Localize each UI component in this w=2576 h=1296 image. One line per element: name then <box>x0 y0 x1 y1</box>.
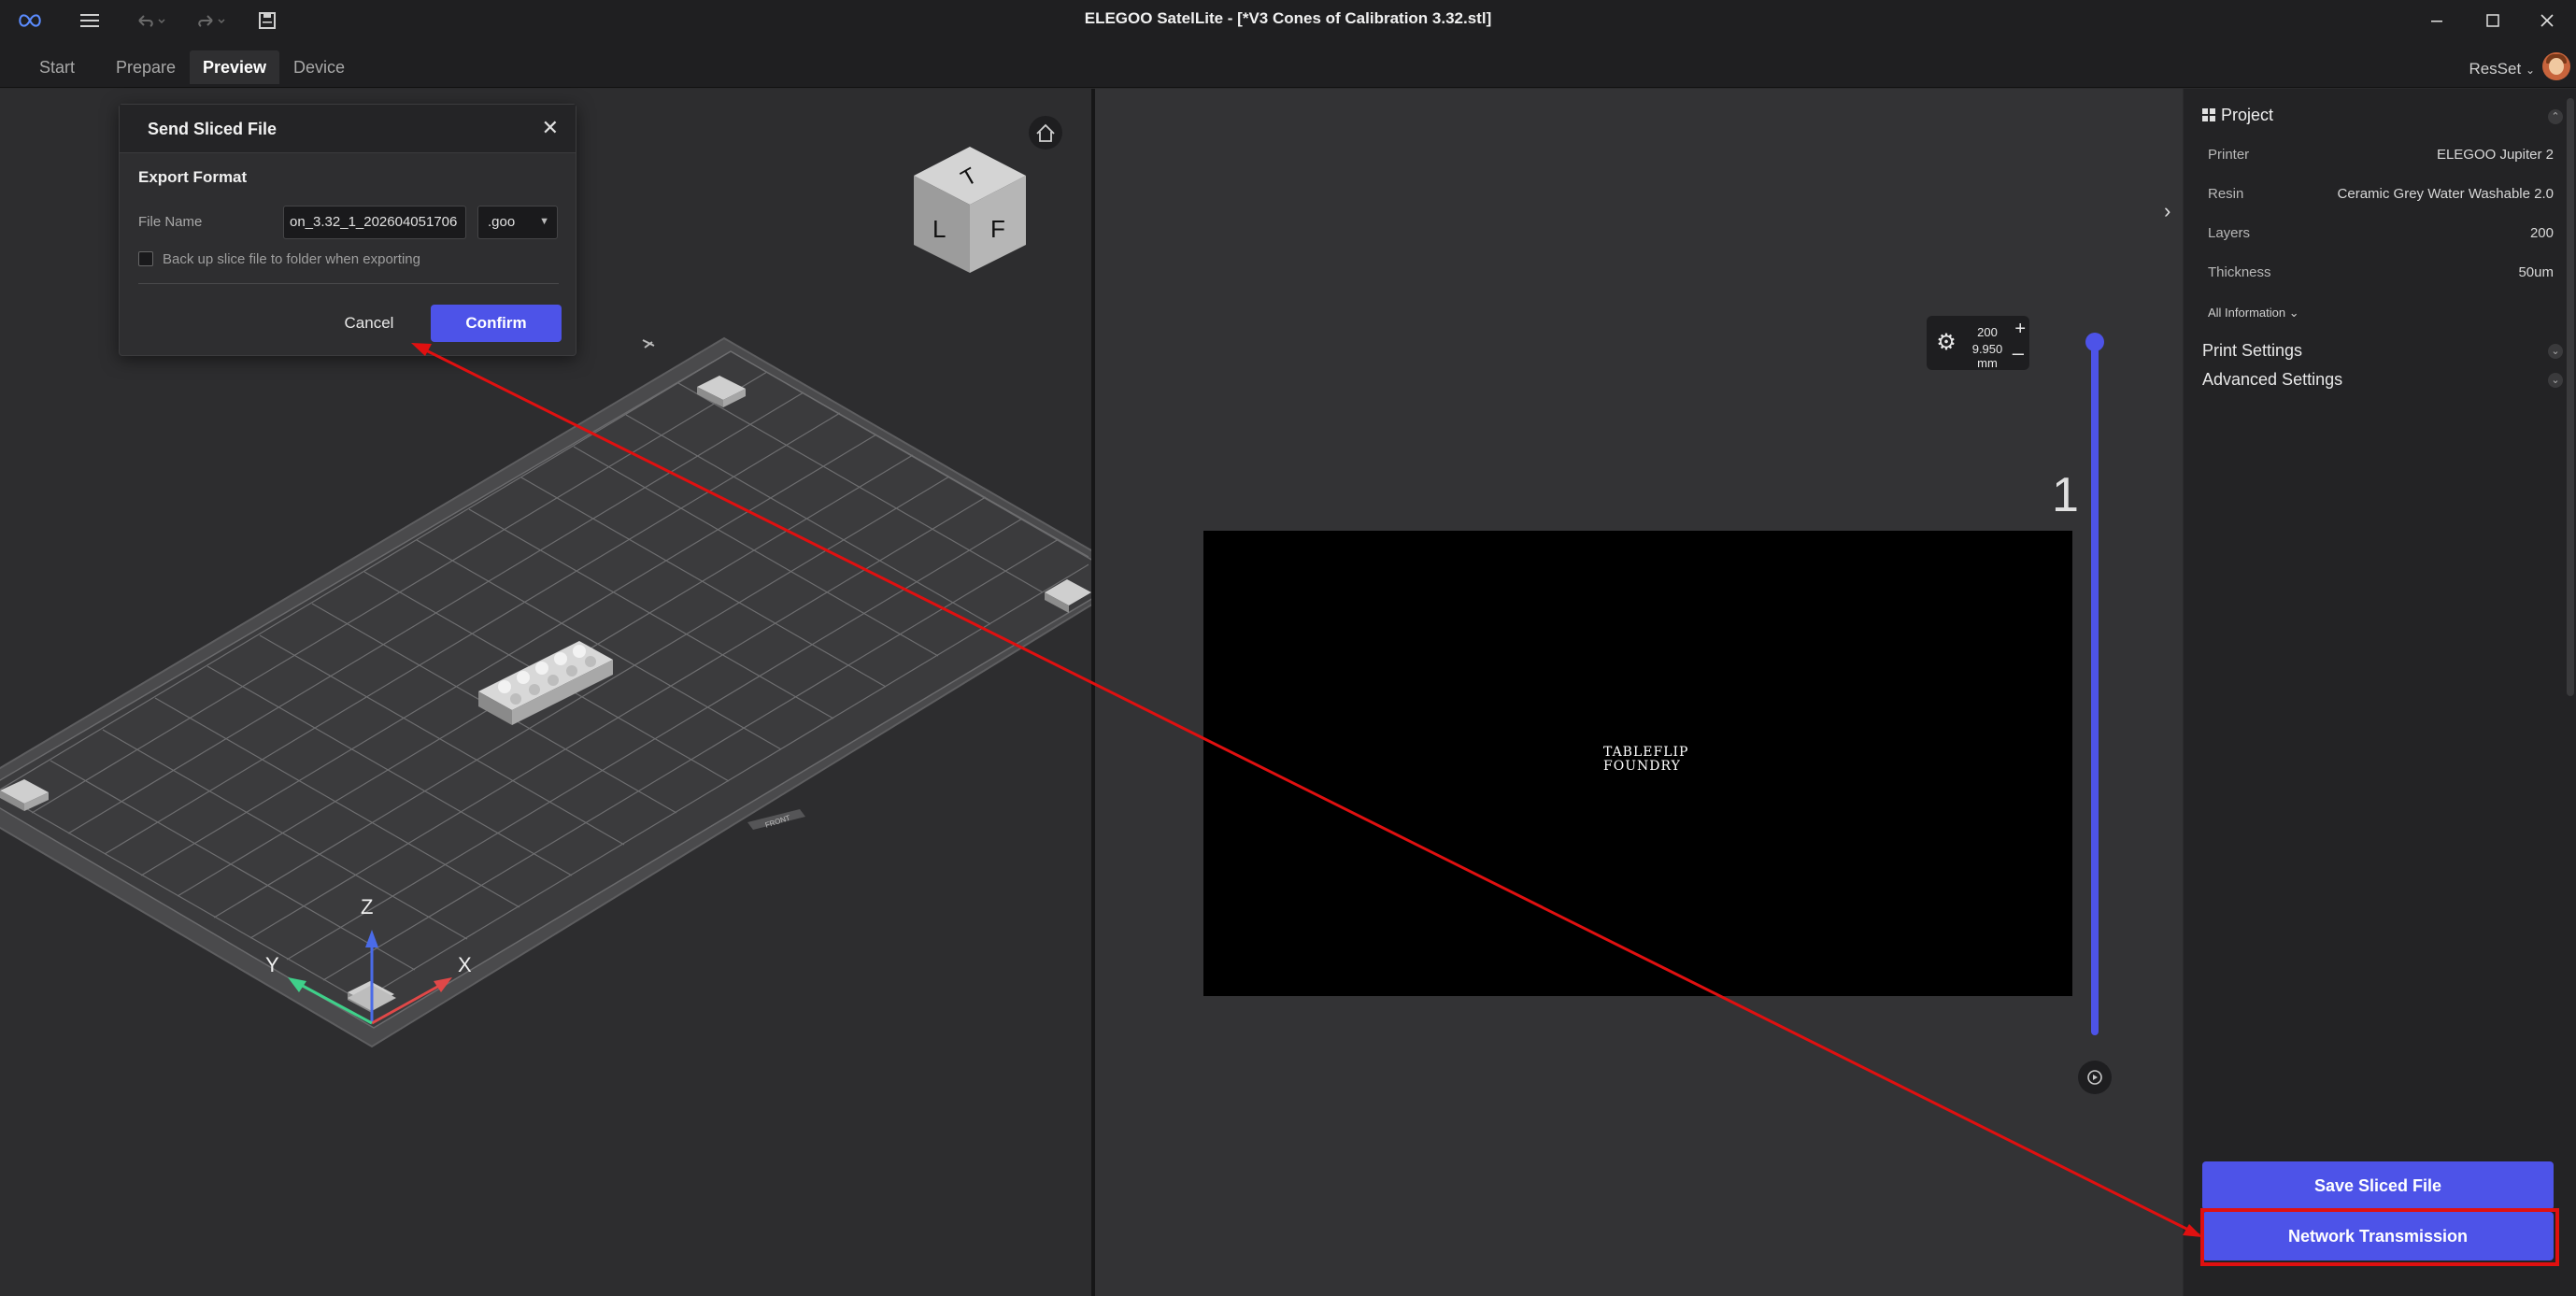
view-cube-front: F <box>990 215 1005 243</box>
axis-label-z: Z <box>361 895 373 919</box>
row-value: 200 <box>2529 225 2554 241</box>
tab-start[interactable]: Start <box>26 50 88 84</box>
project-title: Project <box>2221 106 2274 124</box>
maximize-icon[interactable] <box>2472 4 2513 37</box>
project-row-resin: Resin Ceramic Grey Water Washable 2.0 <box>2208 180 2554 208</box>
view-cube[interactable]: T L F <box>914 147 1026 273</box>
network-transmission-button[interactable]: Network Transmission <box>2202 1212 2554 1260</box>
layer-slider-panel: ⚙ 200 9.950 mm + – <box>1927 316 2029 370</box>
tab-preview[interactable]: Preview <box>190 50 280 84</box>
chevron-down-icon: ⌄ <box>2525 64 2535 77</box>
layer-height: 9.950 mm <box>1971 342 2003 370</box>
play-layers-button[interactable] <box>2078 1061 2112 1094</box>
row-value: 50um <box>2518 264 2554 280</box>
layer-count: 200 <box>1977 325 1998 339</box>
grid-icon <box>2202 108 2215 121</box>
export-format-heading: Export Format <box>138 168 248 186</box>
file-name-label: File Name <box>138 214 203 230</box>
close-icon[interactable]: ✕ <box>542 116 559 140</box>
row-value: Ceramic Grey Water Washable 2.0 <box>2337 186 2554 202</box>
user-name: ResSet <box>2469 60 2522 78</box>
collapse-project-icon[interactable]: ⌃ <box>2548 109 2563 124</box>
file-format-value: .goo <box>488 214 516 230</box>
file-format-select[interactable]: .goo ▼ <box>477 206 558 239</box>
send-sliced-file-dialog: Send Sliced File ✕ Export Format File Na… <box>119 104 576 356</box>
expand-advanced-settings-icon[interactable]: ⌄ <box>2548 373 2563 388</box>
layer-slider-handle[interactable] <box>2085 333 2104 351</box>
decrease-layer-button[interactable]: – <box>2013 341 2024 365</box>
file-name-input[interactable]: on_3.32_1_202604051706 <box>283 206 466 239</box>
chevron-down-icon: ⌄ <box>2288 306 2299 320</box>
panel-scrollbar[interactable] <box>2567 98 2574 696</box>
axis-label-x: X <box>458 953 472 976</box>
window-title: ELEGOO SatelLite - [*V3 Cones of Calibra… <box>1084 9 1492 27</box>
tab-device[interactable]: Device <box>280 50 358 84</box>
tab-prepare[interactable]: Prepare <box>103 50 189 84</box>
layer-preview: TABLEFLIP FOUNDRY 1 ⚙ 200 9.950 mm + – › <box>1095 89 2183 1296</box>
layer-logo: TABLEFLIP FOUNDRY <box>1603 745 1689 774</box>
advanced-settings-header[interactable]: Advanced Settings <box>2202 370 2342 390</box>
all-information-label: All Information <box>2208 306 2286 320</box>
layer-slider-track[interactable] <box>2091 339 2099 1035</box>
print-settings-header[interactable]: Print Settings <box>2202 341 2302 361</box>
home-view-button[interactable] <box>1029 116 1062 150</box>
app-window: ELEGOO SatelLite - [*V3 Cones of Calibra… <box>0 0 2576 1296</box>
save-sliced-file-button[interactable]: Save Sliced File <box>2202 1161 2554 1210</box>
increase-layer-button[interactable]: + <box>2014 319 2026 340</box>
backup-checkbox[interactable] <box>138 251 153 266</box>
current-layer-number: 1 <box>2052 468 2079 522</box>
row-value: ELEGOO Jupiter 2 <box>2436 147 2554 163</box>
dialog-header: Send Sliced File ✕ <box>120 105 576 153</box>
user-menu[interactable]: ResSet ⌄ <box>2469 60 2535 78</box>
minimize-icon[interactable] <box>2416 4 2457 37</box>
gear-icon[interactable]: ⚙ <box>1932 329 1960 357</box>
dialog-title: Send Sliced File <box>148 120 278 138</box>
tab-bar: Start Prepare Preview Device ResSet ⌄ <box>0 41 2576 88</box>
dialog-divider <box>138 283 559 284</box>
row-key: Resin <box>2208 186 2244 202</box>
row-key: Printer <box>2208 147 2250 163</box>
row-key: Layers <box>2208 225 2251 241</box>
layer-image: TABLEFLIP FOUNDRY <box>1203 531 2072 996</box>
project-row-printer: Printer ELEGOO Jupiter 2 <box>2208 141 2554 169</box>
axis-label-y: Y <box>265 953 279 976</box>
confirm-button[interactable]: Confirm <box>431 305 562 342</box>
project-panel: Project ⌃ Printer ELEGOO Jupiter 2 Resin… <box>2184 89 2576 1296</box>
title-bar: ELEGOO SatelLite - [*V3 Cones of Calibra… <box>0 0 2576 41</box>
caret-down-icon: ▼ <box>539 216 549 227</box>
logo-line-1: TABLEFLIP <box>1603 745 1689 760</box>
expand-panel-icon[interactable]: › <box>2164 199 2170 223</box>
close-window-icon[interactable] <box>2526 4 2568 37</box>
plate-front-label: FRONT <box>747 809 805 830</box>
backup-checkbox-label: Back up slice file to folder when export… <box>163 251 420 267</box>
project-row-thickness: Thickness 50um <box>2208 259 2554 287</box>
view-cube-left: L <box>932 215 946 243</box>
all-information-toggle[interactable]: All Information ⌄ <box>2208 306 2299 320</box>
animation-icon <box>2087 1070 2102 1085</box>
project-heading: Project <box>2202 106 2273 125</box>
project-row-layers: Layers 200 <box>2208 220 2554 248</box>
avatar[interactable] <box>2542 52 2570 80</box>
logo-line-2: FOUNDRY <box>1603 759 1681 774</box>
cancel-button[interactable]: Cancel <box>330 306 408 341</box>
row-key: Thickness <box>2208 264 2271 280</box>
expand-print-settings-icon[interactable]: ⌄ <box>2548 344 2563 359</box>
